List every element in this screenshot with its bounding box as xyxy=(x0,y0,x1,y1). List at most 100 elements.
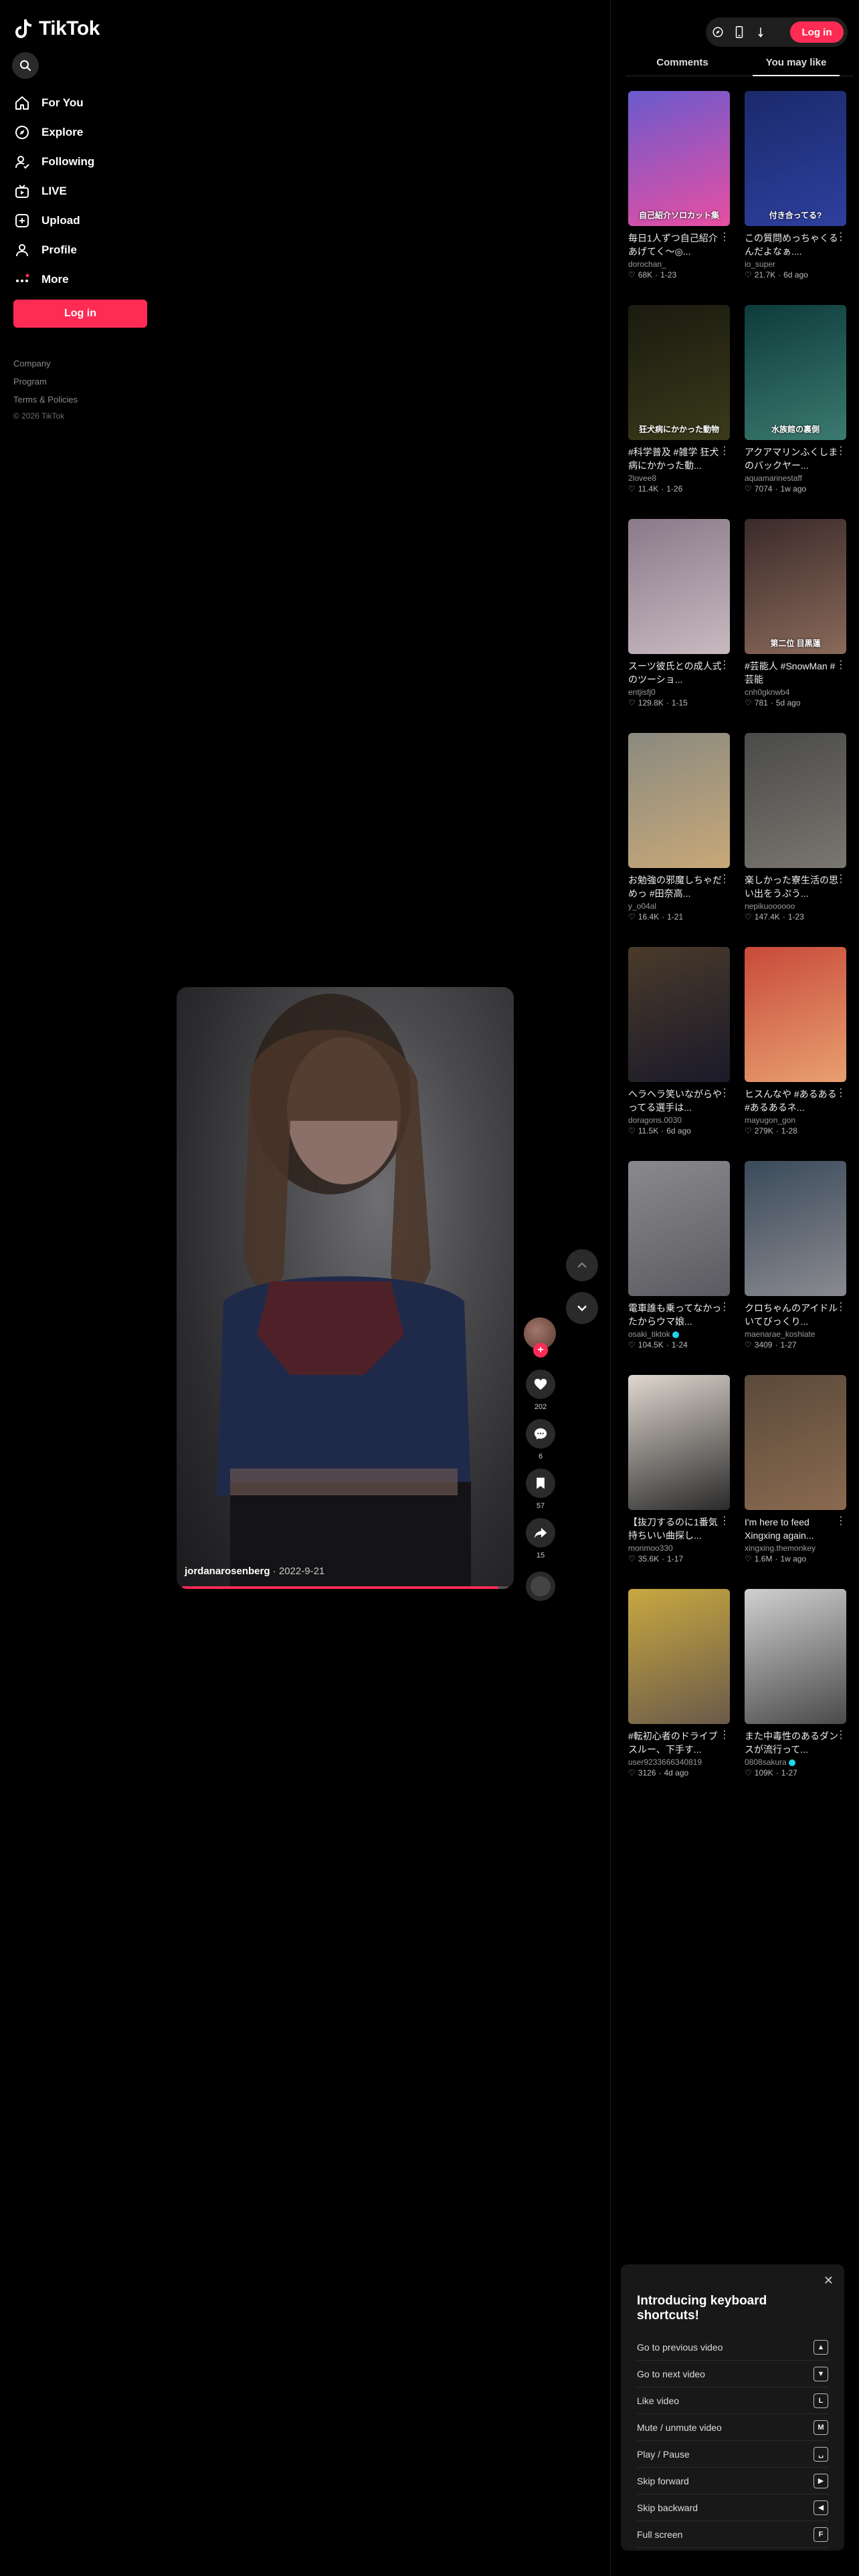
video-thumbnail[interactable] xyxy=(745,733,846,868)
previous-video-button[interactable] xyxy=(566,1249,598,1281)
bookmark-button[interactable] xyxy=(526,1469,555,1498)
video-thumbnail[interactable] xyxy=(628,733,730,868)
sidebar-login-button[interactable]: Log in xyxy=(13,300,147,328)
more-icon[interactable]: ⋮ xyxy=(719,1728,730,1741)
card-username[interactable]: nepikuoooooo xyxy=(745,901,846,911)
recommendation-card[interactable]: お勉強の邪魔しちゃだめっ #田奈高... ⋮ y_o04al ♡ 16.4K ·… xyxy=(628,733,730,936)
tiktok-logo[interactable]: TikTok xyxy=(15,17,100,40)
card-username[interactable]: io_super xyxy=(745,259,846,269)
recommendation-card[interactable]: ヒスんなや #あるある #あるあるネ... ⋮ mayugon_gon ♡ 27… xyxy=(745,947,846,1150)
next-video-button[interactable] xyxy=(566,1292,598,1324)
more-icon[interactable]: ⋮ xyxy=(836,1728,846,1741)
recommendation-card[interactable]: 付き合ってる? この質問めっちゃくるんだよなぁ.... ⋮ io_super ♡… xyxy=(745,91,846,294)
video-thumbnail[interactable] xyxy=(628,1161,730,1296)
card-title[interactable]: アクアマリンふくしまのバックヤー... xyxy=(745,445,838,472)
video-thumbnail[interactable] xyxy=(745,1589,846,1724)
card-username[interactable]: maenarae_koshiate xyxy=(745,1329,846,1339)
card-title[interactable]: #転初心者のドライブスルー、下手す... xyxy=(628,1729,722,1756)
card-title[interactable]: 【抜刀するのに1番気持ちいい曲探し... xyxy=(628,1515,722,1542)
top-login-button[interactable]: Log in xyxy=(790,21,844,43)
card-username[interactable]: xingxing.themonkey xyxy=(745,1543,846,1553)
card-username[interactable]: entjisfj0 xyxy=(628,687,730,697)
card-title[interactable]: I'm here to feed Xingxing again... xyxy=(745,1515,838,1542)
video-thumbnail[interactable] xyxy=(745,947,846,1082)
video-thumbnail[interactable]: 水族館の裏側 xyxy=(745,305,846,440)
recommendation-card[interactable]: 電車誰も乗ってなかったからウマ娘... ⋮ osaki_tiktok ♡ 104… xyxy=(628,1161,730,1364)
share-button[interactable] xyxy=(526,1518,555,1547)
more-icon[interactable]: ⋮ xyxy=(836,1514,846,1527)
more-icon[interactable]: ⋮ xyxy=(836,444,846,457)
card-title[interactable]: スーツ彼氏との成人式のツーショ... xyxy=(628,659,722,686)
video-player[interactable]: jordanarosenberg · 2022-9-21 xyxy=(177,987,514,1589)
recommendation-card[interactable]: I'm here to feed Xingxing again... ⋮ xin… xyxy=(745,1375,846,1578)
recommendation-card[interactable]: 第二位 目黒蓮 #芸能人 #SnowMan #芸能 ⋮ cnh0gknwb4 ♡… xyxy=(745,519,846,722)
card-title[interactable]: また中毒性のあるダンスが流行って... xyxy=(745,1729,838,1756)
more-icon[interactable]: ⋮ xyxy=(836,230,846,243)
card-title[interactable]: この質問めっちゃくるんだよなぁ.... xyxy=(745,231,838,258)
more-icon[interactable]: ⋮ xyxy=(836,1300,846,1313)
video-thumbnail[interactable] xyxy=(628,1375,730,1510)
video-thumbnail[interactable]: 第二位 目黒蓮 xyxy=(745,519,846,654)
card-title[interactable]: 毎日1人ずつ自己紹介あげてく〜◎... xyxy=(628,231,722,258)
card-title[interactable]: 電車誰も乗ってなかったからウマ娘... xyxy=(628,1301,722,1328)
follow-plus-button[interactable]: + xyxy=(533,1343,548,1358)
more-icon[interactable]: ⋮ xyxy=(836,658,846,671)
recommendation-card[interactable]: #転初心者のドライブスルー、下手す... ⋮ user9233666340819… xyxy=(628,1589,730,1792)
creator-avatar-wrap[interactable]: + xyxy=(524,1317,557,1358)
card-title[interactable]: お勉強の邪魔しちゃだめっ #田奈高... xyxy=(628,873,722,900)
video-thumbnail[interactable] xyxy=(628,1589,730,1724)
card-username[interactable]: cnh0gknwb4 xyxy=(745,687,846,697)
recommendation-card[interactable]: クロちゃんのアイドルいてびっくり... ⋮ maenarae_koshiate … xyxy=(745,1161,846,1364)
card-title[interactable]: ヘラヘラ笑いながらやってる選手は... xyxy=(628,1087,722,1114)
search-button[interactable] xyxy=(12,52,39,79)
card-username[interactable]: dorochan_ xyxy=(628,259,730,269)
footer-link-program[interactable]: Program xyxy=(13,372,78,391)
like-button[interactable] xyxy=(526,1370,555,1399)
sidebar-item-following[interactable]: Following xyxy=(13,147,94,177)
card-title[interactable]: ヒスんなや #あるある #あるあるネ... xyxy=(745,1087,838,1114)
explore-tool-button[interactable] xyxy=(710,24,726,40)
footer-link-terms[interactable]: Terms & Policies xyxy=(13,391,78,409)
music-disc-icon[interactable] xyxy=(526,1572,555,1601)
card-title[interactable]: クロちゃんのアイドルいてびっくり... xyxy=(745,1301,838,1328)
recommendation-card[interactable]: 楽しかった寮生活の思い出をうぷう... ⋮ nepikuoooooo ♡ 147… xyxy=(745,733,846,936)
sidebar-item-profile[interactable]: Profile xyxy=(13,235,94,265)
card-username[interactable]: osaki_tiktok xyxy=(628,1329,730,1339)
card-username[interactable]: aquamarinestaff xyxy=(745,473,846,483)
card-username[interactable]: 2lovee8 xyxy=(628,473,730,483)
video-username[interactable]: jordanarosenberg xyxy=(185,1566,270,1577)
card-username[interactable]: doragons.0030 xyxy=(628,1115,730,1125)
recommendation-card[interactable]: ヘラヘラ笑いながらやってる選手は... ⋮ doragons.0030 ♡ 11… xyxy=(628,947,730,1150)
sidebar-item-more[interactable]: More xyxy=(13,265,94,294)
video-thumbnail[interactable] xyxy=(628,947,730,1082)
card-username[interactable]: user9233666340819 xyxy=(628,1757,730,1767)
more-icon[interactable]: ⋮ xyxy=(719,1086,730,1099)
recommendation-card[interactable]: スーツ彼氏との成人式のツーショ... ⋮ entjisfj0 ♡ 129.8K … xyxy=(628,519,730,722)
tab-you-may-like[interactable]: You may like xyxy=(739,53,853,76)
video-thumbnail[interactable] xyxy=(745,1375,846,1510)
sidebar-item-for-you[interactable]: For You xyxy=(13,88,94,118)
more-icon[interactable]: ⋮ xyxy=(719,1514,730,1527)
video-thumbnail[interactable]: 狂犬病にかかった動物 xyxy=(628,305,730,440)
recommendation-card[interactable]: 自己紹介ソロカット集 毎日1人ずつ自己紹介あげてく〜◎... ⋮ dorocha… xyxy=(628,91,730,294)
video-thumbnail[interactable] xyxy=(628,519,730,654)
video-thumbnail[interactable] xyxy=(745,1161,846,1296)
recommendation-card[interactable]: 水族館の裏側 アクアマリンふくしまのバックヤー... ⋮ aquamarines… xyxy=(745,305,846,508)
sidebar-item-explore[interactable]: Explore xyxy=(13,118,94,147)
more-icon[interactable]: ⋮ xyxy=(719,1300,730,1313)
video-thumbnail[interactable]: 付き合ってる? xyxy=(745,91,846,226)
card-username[interactable]: y_o04al xyxy=(628,901,730,911)
recommendation-card[interactable]: 【抜刀するのに1番気持ちいい曲探し... ⋮ morimoo330 ♡ 35.6… xyxy=(628,1375,730,1578)
tab-comments[interactable]: Comments xyxy=(626,53,739,76)
recommendation-card[interactable]: また中毒性のあるダンスが流行って... ⋮ 0808sakura ♡ 109K … xyxy=(745,1589,846,1792)
card-username[interactable]: morimoo330 xyxy=(628,1543,730,1553)
recommendation-card[interactable]: 狂犬病にかかった動物 #科学普及 #雑学 狂犬病にかかった動... ⋮ 2lov… xyxy=(628,305,730,508)
card-title[interactable]: #科学普及 #雑学 狂犬病にかかった動... xyxy=(628,445,722,472)
device-tool-button[interactable] xyxy=(731,24,747,40)
sidebar-item-upload[interactable]: Upload xyxy=(13,206,94,235)
card-title[interactable]: #芸能人 #SnowMan #芸能 xyxy=(745,659,838,686)
card-title[interactable]: 楽しかった寮生活の思い出をうぷう... xyxy=(745,873,838,900)
video-thumbnail[interactable]: 自己紹介ソロカット集 xyxy=(628,91,730,226)
more-icon[interactable]: ⋮ xyxy=(719,230,730,243)
footer-link-company[interactable]: Company xyxy=(13,354,78,372)
